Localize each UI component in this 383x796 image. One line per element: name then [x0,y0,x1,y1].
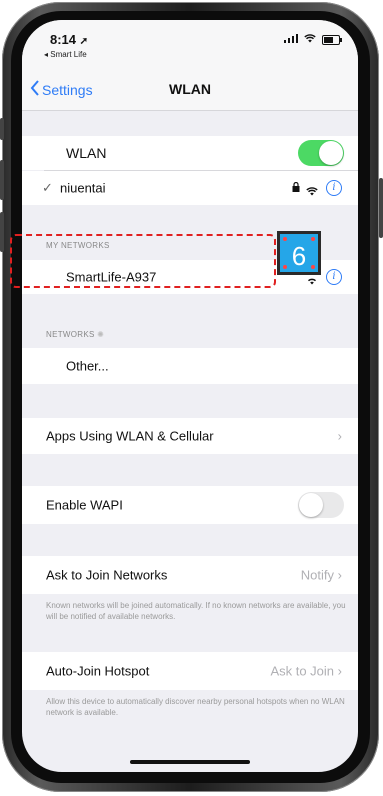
status-icons [284,34,342,46]
step-number: 6 [291,241,307,271]
back-to-app-link[interactable]: ◂ Smart Life [44,50,87,59]
apps-using-wlan-row[interactable]: Apps Using WLAN & Cellular › [22,418,358,454]
chevron-right-icon: › [337,663,342,679]
volume-up-button [0,160,4,200]
enable-wapi-toggle[interactable] [298,492,344,518]
networks-header-text: NETWORKS [46,330,95,339]
wlan-toggle-row[interactable]: WLAN [22,136,358,170]
page-title: WLAN [169,81,211,97]
auto-join-hotspot-footnote: Allow this device to automatically disco… [46,697,345,717]
home-indicator[interactable] [130,760,250,764]
ask-to-join-label: Ask to Join Networks [46,567,168,583]
badge-corner-dot [283,265,287,269]
step-number-badge: 6 [277,231,321,275]
battery-icon [322,35,342,45]
toggle-knob [319,141,343,165]
wifi-icon [304,34,316,46]
chevron-right-icon: › [337,428,342,444]
checkmark-icon: ✓ [42,180,53,195]
navigation-bar: Settings WLAN [22,70,358,111]
auto-join-hotspot-value-text: Ask to Join [270,663,335,679]
other-network-row[interactable]: Other... [22,348,358,384]
status-bar: 8:14 ➚ ◂ Smart Life [22,20,358,70]
badge-corner-dot [283,237,287,241]
wlan-toggle[interactable] [298,140,344,166]
cellular-signal-icon [284,34,298,46]
ask-to-join-row[interactable]: Ask to Join Networks Notify › [22,556,358,594]
enable-wapi-row[interactable]: Enable WAPI [22,486,358,524]
enable-wapi-label: Enable WAPI [46,497,123,513]
auto-join-hotspot-label: Auto-Join Hotspot [46,663,150,679]
volume-down-button [0,212,4,252]
highlight-dashed-box [10,234,276,288]
clock-text: 8:14 [50,32,77,47]
lock-icon [292,181,300,195]
power-button [379,178,383,238]
ask-to-join-value-text: Notify [300,567,335,583]
wifi-strength-icon [306,183,318,199]
screen: 8:14 ➚ ◂ Smart Life Settings WLAN WLAN ✓… [22,20,358,772]
badge-corner-dot [311,237,315,241]
badge-corner-dot [311,265,315,269]
mute-switch [0,118,4,140]
loading-spinner-icon: ✺ [97,330,105,339]
connected-network-row[interactable]: ✓ niuentai i [22,171,358,205]
auto-join-hotspot-row[interactable]: Auto-Join Hotspot Ask to Join › [22,652,358,690]
ask-to-join-footnote: Known networks will be joined automatica… [46,601,346,621]
other-network-label: Other... [66,358,109,374]
auto-join-hotspot-value: Ask to Join › [270,664,342,679]
chevron-right-icon: › [337,567,342,583]
wlan-label: WLAN [66,145,107,161]
network-info-icon[interactable]: i [326,180,342,196]
connected-network-name: niuentai [60,180,106,196]
networks-header: NETWORKS ✺ [46,330,104,339]
location-arrow-icon: ➚ [79,36,89,47]
clock: 8:14 ➚ [50,32,88,47]
apps-using-wlan-label: Apps Using WLAN & Cellular [46,428,214,444]
saved-network-info-icon[interactable]: i [326,269,342,285]
ask-to-join-value: Notify › [301,568,342,583]
toggle-knob [299,493,323,517]
